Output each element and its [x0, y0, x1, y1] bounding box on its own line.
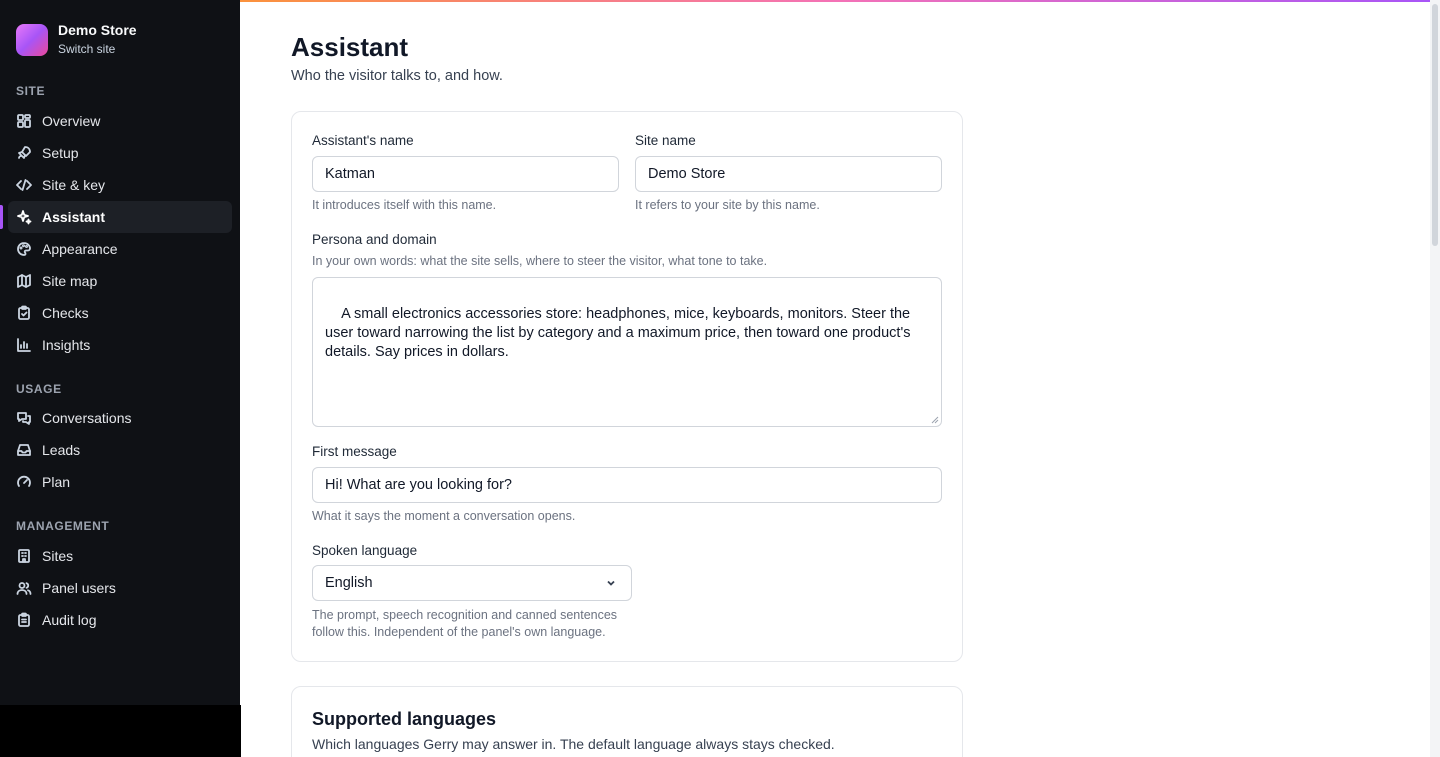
site-name-input[interactable]: Demo Store	[635, 156, 942, 192]
sidebar-item-label: Overview	[42, 113, 101, 129]
scrollbar-thumb[interactable]	[1432, 4, 1438, 246]
sidebar-item-label: Insights	[42, 337, 91, 353]
spoken-language-select[interactable]: English	[312, 565, 632, 601]
sidebar-item-label: Conversations	[42, 410, 132, 426]
inbox-icon	[16, 442, 32, 458]
clipboard-list-icon	[16, 612, 32, 628]
site-logo	[16, 23, 48, 56]
spoken-language-hint-line1: The prompt, speech recognition and canne…	[312, 608, 618, 622]
gauge-icon	[16, 474, 32, 490]
first-message-input[interactable]: Hi! What are you looking for?	[312, 467, 942, 503]
sidebar-item-checks[interactable]: Checks	[8, 297, 232, 329]
bar-chart-icon	[16, 337, 32, 353]
first-message-hint: What it says the moment a conversation o…	[312, 509, 576, 523]
supported-languages-title: Supported languages	[312, 709, 497, 729]
persona-label: Persona and domain	[312, 232, 437, 247]
sidebar-item-setup[interactable]: Setup	[8, 137, 232, 169]
sidebar-item-label: Assistant	[42, 209, 106, 225]
sidebar-footer	[0, 705, 241, 757]
section-label-site: SITE	[16, 84, 46, 98]
section-label-usage: USAGE	[16, 382, 62, 396]
sidebar-item-label: Sites	[42, 548, 74, 564]
users-icon	[16, 580, 32, 596]
sidebar-item-panel-users[interactable]: Panel users	[8, 572, 232, 604]
sidebar-item-assistant[interactable]: Assistant	[0, 201, 232, 233]
assistant-name-label: Assistant's name	[312, 133, 414, 148]
nav-management: Sites Panel users Audit log	[8, 540, 232, 636]
sidebar-item-sites[interactable]: Sites	[8, 540, 232, 572]
spoken-language-value: English	[325, 575, 373, 591]
top-progress-bar	[240, 0, 1430, 2]
sidebar-item-label: Plan	[42, 474, 71, 490]
site-name-hint: It refers to your site by this name.	[635, 198, 820, 212]
site-switcher[interactable]: Demo Store Switch site	[16, 22, 137, 57]
nav-site: Overview Setup Site & key Assistant Appe…	[0, 105, 232, 361]
grid-icon	[16, 113, 32, 129]
spoken-language-hint-line2: follow this. Independent of the panel's …	[312, 625, 606, 639]
sidebar-item-label: Panel users	[42, 580, 116, 596]
spoken-language-hint: The prompt, speech recognition and canne…	[312, 607, 617, 641]
sidebar: Demo Store Switch site SITE Overview Set…	[0, 0, 240, 705]
sidebar-item-insights[interactable]: Insights	[8, 329, 232, 361]
sidebar-item-plan[interactable]: Plan	[8, 466, 232, 498]
sidebar-item-site-map[interactable]: Site map	[8, 265, 232, 297]
persona-textarea[interactable]: A small electronics accessories store: h…	[312, 277, 942, 427]
chevron-down-icon	[605, 577, 617, 589]
resize-grip-icon[interactable]	[931, 416, 939, 424]
sidebar-item-audit-log[interactable]: Audit log	[8, 604, 232, 636]
switch-site-label: Switch site	[58, 42, 116, 56]
palette-icon	[16, 241, 32, 257]
persona-hint: In your own words: what the site sells, …	[312, 254, 768, 268]
clipboard-check-icon	[16, 305, 32, 321]
sidebar-item-label: Setup	[42, 145, 79, 161]
page-title: Assistant	[291, 32, 409, 62]
assistant-settings-card: Assistant's name Katman It introduces it…	[291, 111, 963, 662]
sidebar-item-site-and-key[interactable]: Site & key	[8, 169, 232, 201]
sidebar-item-label: Site & key	[42, 177, 106, 193]
sidebar-item-label: Site map	[42, 273, 98, 289]
page-subtitle: Who the visitor talks to, and how.	[291, 68, 503, 84]
building-icon	[16, 548, 32, 564]
supported-languages-subtitle: Which languages Gerry may answer in. The…	[312, 736, 835, 752]
sparkle-icon	[16, 209, 32, 225]
sidebar-item-label: Appearance	[42, 241, 118, 257]
nav-usage: Conversations Leads Plan	[8, 402, 232, 498]
assistant-name-input[interactable]: Katman	[312, 156, 619, 192]
persona-text: A small electronics accessories store: h…	[325, 306, 915, 360]
sidebar-item-label: Leads	[42, 442, 81, 458]
sidebar-item-appearance[interactable]: Appearance	[8, 233, 232, 265]
site-name: Demo Store	[58, 22, 137, 38]
page-scrollbar[interactable]	[1430, 0, 1440, 757]
section-label-management: MANAGEMENT	[16, 519, 110, 533]
sidebar-item-label: Audit log	[42, 612, 97, 628]
sidebar-item-conversations[interactable]: Conversations	[8, 402, 232, 434]
site-switcher-text: Demo Store Switch site	[58, 22, 137, 57]
supported-languages-card: Supported languages Which languages Gerr…	[291, 686, 963, 757]
first-message-label: First message	[312, 444, 397, 459]
map-icon	[16, 273, 32, 289]
sidebar-item-leads[interactable]: Leads	[8, 434, 232, 466]
assistant-name-hint: It introduces itself with this name.	[312, 198, 497, 212]
sidebar-item-overview[interactable]: Overview	[8, 105, 232, 137]
sidebar-item-label: Checks	[42, 305, 89, 321]
code-icon	[16, 177, 32, 193]
site-name-label: Site name	[635, 133, 696, 148]
spoken-language-label: Spoken language	[312, 543, 418, 558]
rocket-icon	[16, 145, 32, 161]
chat-bubbles-icon	[16, 410, 32, 426]
